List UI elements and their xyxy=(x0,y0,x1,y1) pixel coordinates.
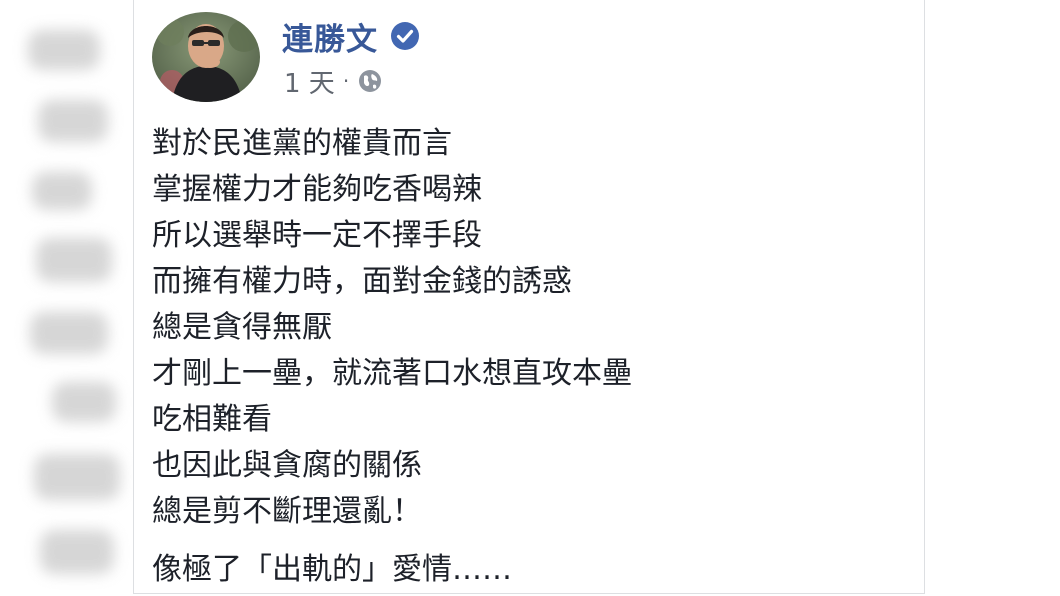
post-text-line: 掌握權力才能夠吃香喝辣 xyxy=(152,172,482,207)
blurred-blob xyxy=(52,382,116,422)
blurred-left-panel xyxy=(0,0,130,596)
blurred-blob xyxy=(38,100,108,142)
blurred-blob xyxy=(28,30,100,70)
meta-separator: · xyxy=(342,69,350,93)
blurred-blob xyxy=(34,454,120,500)
globe-icon[interactable] xyxy=(357,68,383,94)
post-text-line: 也因此與貪腐的關係 xyxy=(152,448,422,483)
blurred-blob xyxy=(32,172,92,210)
facebook-post-card: 連勝文 1 天 · 對於民進黨的權貴而言 掌握權力才能夠吃香喝辣 所以選舉時一定… xyxy=(133,0,925,594)
post-text-line: 吃相難看 xyxy=(152,402,272,437)
blank-right-panel xyxy=(928,0,1060,596)
blurred-blob xyxy=(40,530,114,574)
post-text-line: 所以選舉時一定不擇手段 xyxy=(152,218,482,253)
post-text-line: 總是剪不斷理還亂！ xyxy=(152,494,422,529)
blurred-blob xyxy=(36,238,112,282)
post-body-text: 對於民進黨的權貴而言 掌握權力才能夠吃香喝辣 所以選舉時一定不擇手段 而擁有權力… xyxy=(152,121,912,593)
avatar-photo xyxy=(152,12,260,102)
post-timestamp-link[interactable]: 1 天 xyxy=(284,63,335,100)
author-row: 連勝文 xyxy=(282,14,420,58)
post-meta-row: 1 天 · xyxy=(284,62,383,100)
post-text-line: 像極了「出軌的」愛情…… xyxy=(152,552,512,587)
post-text-line: 而擁有權力時，面對金錢的誘惑 xyxy=(152,264,572,299)
post-text-line: 對於民進黨的權貴而言 xyxy=(152,126,452,161)
post-text-line: 總是貪得無厭 xyxy=(152,310,332,345)
author-name-link[interactable]: 連勝文 xyxy=(282,14,378,59)
author-avatar[interactable] xyxy=(152,12,260,102)
blurred-blob xyxy=(30,312,108,354)
post-text-line: 才剛上一壘，就流著口水想直攻本壘 xyxy=(152,356,632,391)
verified-badge-icon xyxy=(390,21,420,51)
